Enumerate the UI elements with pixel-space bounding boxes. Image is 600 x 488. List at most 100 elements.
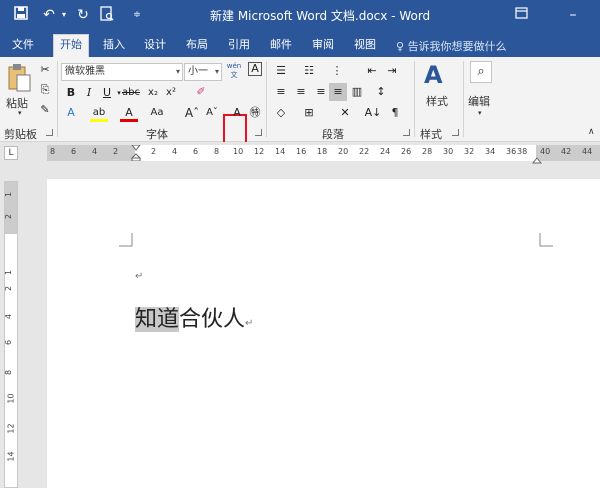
tab-design[interactable]: 设计: [138, 36, 172, 57]
enclose-characters-icon[interactable]: ㊕: [246, 104, 264, 122]
increase-indent-icon[interactable]: ⇥: [383, 62, 401, 80]
font-color-icon[interactable]: A: [120, 104, 138, 122]
align-right-icon[interactable]: ≡: [312, 83, 330, 101]
grow-font-icon[interactable]: Aˆ: [183, 104, 201, 122]
strikethrough-icon[interactable]: abc: [122, 84, 140, 102]
superscript-icon[interactable]: x²: [162, 84, 180, 102]
font-name-combo[interactable]: 微软雅黑 ▾: [61, 63, 183, 81]
decrease-indent-icon[interactable]: ⇤: [363, 62, 381, 80]
bullets-icon[interactable]: ☰: [272, 62, 290, 80]
justify-icon[interactable]: ≡: [329, 83, 347, 101]
right-indent-marker[interactable]: [531, 151, 543, 170]
shrink-font-icon[interactable]: Aˇ: [203, 104, 221, 122]
ruler-number: 20: [338, 147, 349, 156]
selected-text[interactable]: 知道: [135, 307, 180, 332]
distributed-icon[interactable]: ▥: [348, 83, 366, 101]
ribbon: 粘贴 ▾ ✂ ⎘ ✎ 剪贴板 微软雅黑 ▾ 小一 ▾ wén 文 A B I U ▾ …: [0, 57, 600, 144]
clipboard-launcher-icon[interactable]: [46, 129, 53, 136]
sort-icon[interactable]: A↓: [364, 104, 382, 122]
horizontal-ruler[interactable]: 8 6 4 2 2 4 6 8 10 12 14 16 18 20 22 24 …: [47, 144, 600, 164]
font-name-value: 微软雅黑: [65, 66, 105, 77]
redo-icon[interactable]: ↻: [74, 6, 92, 24]
paste-dropdown-icon[interactable]: ▾: [18, 109, 22, 117]
minimize-icon[interactable]: –: [564, 6, 582, 24]
undo-dropdown-icon[interactable]: ▾: [55, 6, 73, 24]
numbering-icon[interactable]: ☷: [300, 62, 318, 80]
font-size-combo[interactable]: 小一 ▾: [184, 63, 222, 81]
align-left-icon[interactable]: ≡: [272, 83, 290, 101]
editing-dropdown-icon[interactable]: ▾: [478, 109, 482, 117]
ruler-number: 26: [401, 147, 412, 156]
document-text[interactable]: 知道合伙人↵: [135, 301, 253, 333]
ruler-number: 4: [172, 147, 178, 156]
window-title: 新建 Microsoft Word 文档.docx - Word: [210, 9, 431, 23]
text-effects-icon[interactable]: A: [62, 104, 80, 122]
tab-references[interactable]: 引用: [222, 36, 256, 57]
cut-icon[interactable]: ✂: [36, 61, 54, 79]
chinese-layout-icon[interactable]: ✕: [336, 104, 354, 122]
ruler-number: 28: [422, 147, 433, 156]
ribbon-tabs: 文件 开始 插入 设计 布局 引用 邮件 审阅 视图 ♀ 告诉我你想要做什么: [0, 32, 600, 57]
paste-button[interactable]: 粘贴: [6, 95, 28, 111]
tab-selector[interactable]: L: [4, 146, 18, 160]
align-center-icon[interactable]: ≡: [292, 83, 310, 101]
highlight-color-icon[interactable]: ab: [90, 104, 108, 122]
tab-home[interactable]: 开始: [53, 34, 89, 57]
tab-review[interactable]: 审阅: [306, 36, 340, 57]
character-border-icon[interactable]: A: [248, 62, 262, 76]
ruler-number: 6: [71, 147, 77, 156]
ruler-number: 32: [464, 147, 475, 156]
change-case-icon[interactable]: Aa: [148, 104, 166, 122]
ruler-number: 8: [4, 369, 14, 376]
document-page[interactable]: ↵ 知道合伙人↵: [47, 179, 600, 488]
tab-mailings[interactable]: 邮件: [264, 36, 298, 57]
format-painter-icon[interactable]: ✎: [36, 101, 54, 119]
styles-icon[interactable]: A: [424, 61, 443, 89]
tab-file[interactable]: 文件: [6, 36, 40, 57]
chevron-down-icon[interactable]: ▾: [215, 64, 219, 80]
tab-view[interactable]: 视图: [348, 36, 382, 57]
vertical-ruler[interactable]: 1 2 1 2 4 6 8 10 12 14: [4, 181, 18, 488]
bold-icon[interactable]: B: [62, 84, 80, 102]
phonetic-guide-icon[interactable]: wén 文: [225, 62, 243, 80]
copy-icon[interactable]: ⎘: [36, 81, 54, 99]
tab-insert[interactable]: 插入: [97, 36, 131, 57]
font-launcher-icon[interactable]: [255, 129, 262, 136]
first-line-indent-marker[interactable]: [130, 144, 142, 165]
find-icon[interactable]: ⌕: [470, 61, 492, 83]
ruler-number: 36: [506, 147, 517, 156]
borders-icon[interactable]: ⊞: [300, 104, 318, 122]
paragraph-launcher-icon[interactable]: [403, 129, 410, 136]
styles-button[interactable]: 样式: [426, 93, 448, 109]
editing-button[interactable]: 编辑: [468, 93, 490, 109]
ribbon-display-icon[interactable]: [512, 6, 530, 24]
save-icon[interactable]: [12, 6, 30, 24]
ruler-number: 16: [296, 147, 307, 156]
tell-me-box[interactable]: ♀ 告诉我你想要做什么: [396, 38, 507, 54]
chevron-down-icon[interactable]: ▾: [176, 64, 180, 80]
customize-qat-icon[interactable]: ≑: [128, 6, 146, 24]
styles-launcher-icon[interactable]: [452, 129, 459, 136]
line-spacing-icon[interactable]: ↕: [372, 83, 390, 101]
ruler-number: 8: [214, 147, 220, 156]
print-preview-icon[interactable]: [98, 6, 116, 24]
tell-me-text: 告诉我你想要做什么: [407, 40, 507, 53]
vruler-margin: [5, 182, 17, 234]
shading-icon[interactable]: ◇: [272, 104, 290, 122]
collapse-ribbon-icon[interactable]: ∧: [588, 127, 595, 137]
ruler-number: 4: [4, 313, 14, 320]
ruler-number: 2: [151, 147, 157, 156]
body-text[interactable]: 合伙人: [179, 307, 245, 332]
ruler-number: 44: [582, 147, 593, 156]
character-shading-icon[interactable]: A: [228, 104, 246, 122]
paste-icon[interactable]: [6, 63, 32, 93]
italic-icon[interactable]: I: [80, 84, 98, 102]
tab-layout[interactable]: 布局: [180, 36, 214, 57]
subscript-icon[interactable]: x₂: [144, 84, 162, 102]
clear-formatting-icon[interactable]: ✐: [192, 83, 210, 101]
title-bar: ↶ ▾ ↻ ≑ 新建 Microsoft Word 文档.docx - Word…: [0, 0, 600, 32]
multilevel-list-icon[interactable]: ⋮: [328, 62, 346, 80]
ruler-number: 38: [517, 147, 528, 156]
show-formatting-icon[interactable]: ¶: [386, 104, 404, 122]
paragraph-group-label: 段落: [322, 128, 344, 141]
